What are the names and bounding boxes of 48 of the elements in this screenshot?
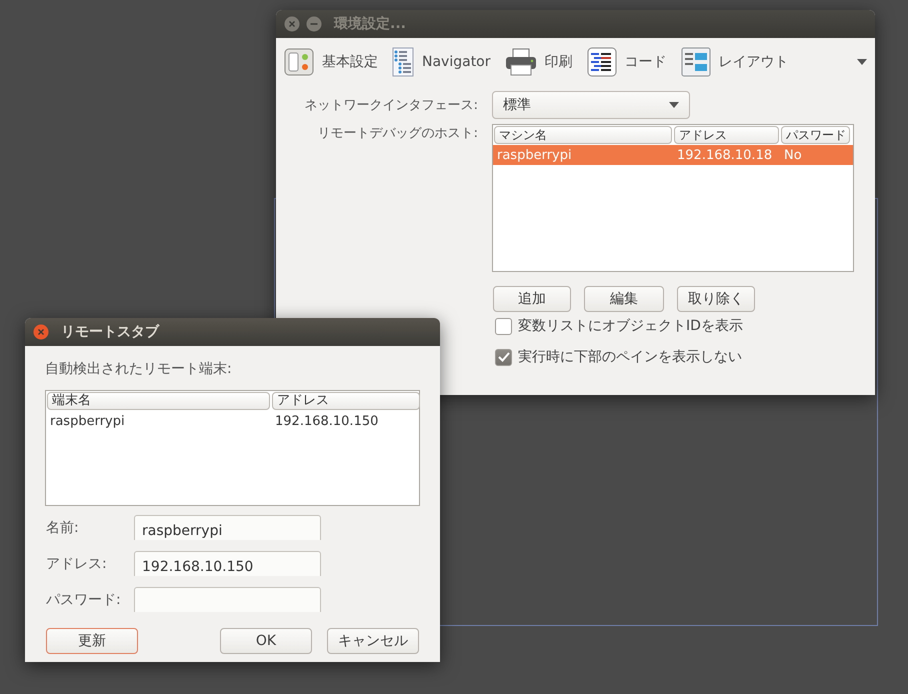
- checkbox-label: 実行時に下部のペインを表示しない: [518, 348, 742, 366]
- toolbar-button[interactable]: レイアウト: [680, 46, 789, 76]
- checkbox-label: 変数リストにオブジェクトIDを表示: [518, 317, 743, 335]
- close-icon[interactable]: [284, 16, 300, 32]
- field-label: アドレス:: [46, 554, 108, 572]
- field-label: リモートデバッグのホスト:: [318, 126, 478, 141]
- list-label: 自動検出されたリモート端末:: [45, 360, 233, 378]
- input-field[interactable]: 192.168.10.150: [134, 551, 321, 576]
- table-cell-text: 192.168.10.150: [274, 414, 380, 428]
- checkbox[interactable]: [495, 318, 512, 334]
- window-title: 環境設定...: [334, 15, 406, 33]
- dialog-button[interactable]: 更新: [46, 628, 138, 654]
- column-header[interactable]: アドレス: [272, 392, 420, 410]
- toolbar-button[interactable]: 印刷: [504, 48, 573, 76]
- column-header[interactable]: アドレス: [674, 126, 779, 144]
- table-action-button[interactable]: 編集: [584, 286, 664, 312]
- column-header[interactable]: 端末名: [47, 392, 270, 410]
- toolbar-button[interactable]: 基本設定: [284, 48, 378, 76]
- toolbar-button[interactable]: Navigator: [392, 46, 491, 76]
- table-cell-text: raspberrypi: [496, 148, 573, 162]
- table-row[interactable]: raspberrypi 192.168.10.150: [46, 411, 419, 431]
- toolbar-button[interactable]: コード: [586, 46, 667, 76]
- table-cell-text: raspberrypi: [49, 414, 126, 428]
- switch-panel-icon: [284, 48, 314, 76]
- tree-list-icon: [392, 46, 414, 76]
- dialog-button[interactable]: OK: [220, 628, 312, 654]
- input-field[interactable]: [134, 587, 321, 612]
- layout-form-icon: [680, 46, 711, 76]
- dialog-button[interactable]: キャンセル: [327, 628, 419, 654]
- column-header[interactable]: パスワード: [781, 126, 850, 144]
- column-header[interactable]: マシン名: [494, 126, 672, 144]
- table-cell-text: 192.168.10.18: [676, 148, 774, 162]
- window-title: リモートスタブ: [61, 323, 159, 341]
- close-icon[interactable]: [33, 324, 49, 340]
- table-action-button[interactable]: 追加: [493, 286, 571, 312]
- minimize-icon[interactable]: [306, 16, 322, 32]
- code-editor-icon: [586, 46, 617, 76]
- table-action-button[interactable]: 取り除く: [677, 286, 755, 312]
- field-label: パスワード:: [46, 590, 122, 608]
- checkbox[interactable]: [495, 348, 512, 366]
- table-cell-text: No: [783, 148, 803, 162]
- caret-icon: [669, 102, 679, 108]
- network-dropdown[interactable]: 標準: [492, 91, 690, 119]
- dropdown-icon[interactable]: [857, 58, 867, 64]
- input-field[interactable]: raspberrypi: [134, 515, 321, 540]
- printer-icon: [504, 48, 537, 76]
- field-label: 名前:: [46, 518, 80, 536]
- field-label: ネットワークインタフェース:: [304, 98, 478, 113]
